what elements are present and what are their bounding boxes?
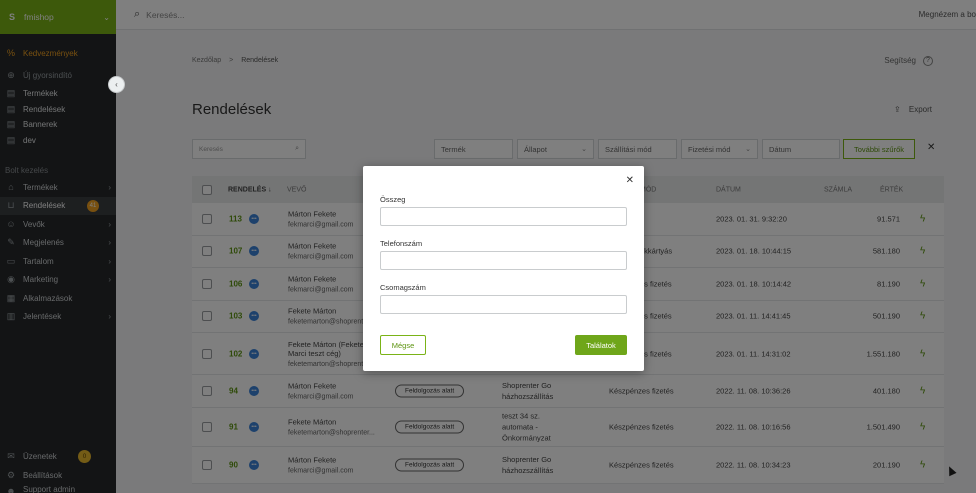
amount-label: Összeg (380, 195, 406, 204)
amount-input[interactable] (380, 207, 627, 226)
parcel-number-input[interactable] (380, 295, 627, 314)
close-icon[interactable]: ✕ (626, 175, 634, 186)
phone-label: Telefonszám (380, 239, 423, 248)
cancel-button[interactable]: Mégse (380, 335, 426, 355)
phone-input[interactable] (380, 251, 627, 270)
collapse-sidebar-button[interactable]: ‹ (108, 76, 125, 93)
results-button[interactable]: Találatok (575, 335, 627, 355)
parcel-number-label: Csomagszám (380, 283, 426, 292)
extra-filters-dialog: ✕ Összeg Telefonszám Csomagszám Mégse Ta… (363, 166, 644, 371)
